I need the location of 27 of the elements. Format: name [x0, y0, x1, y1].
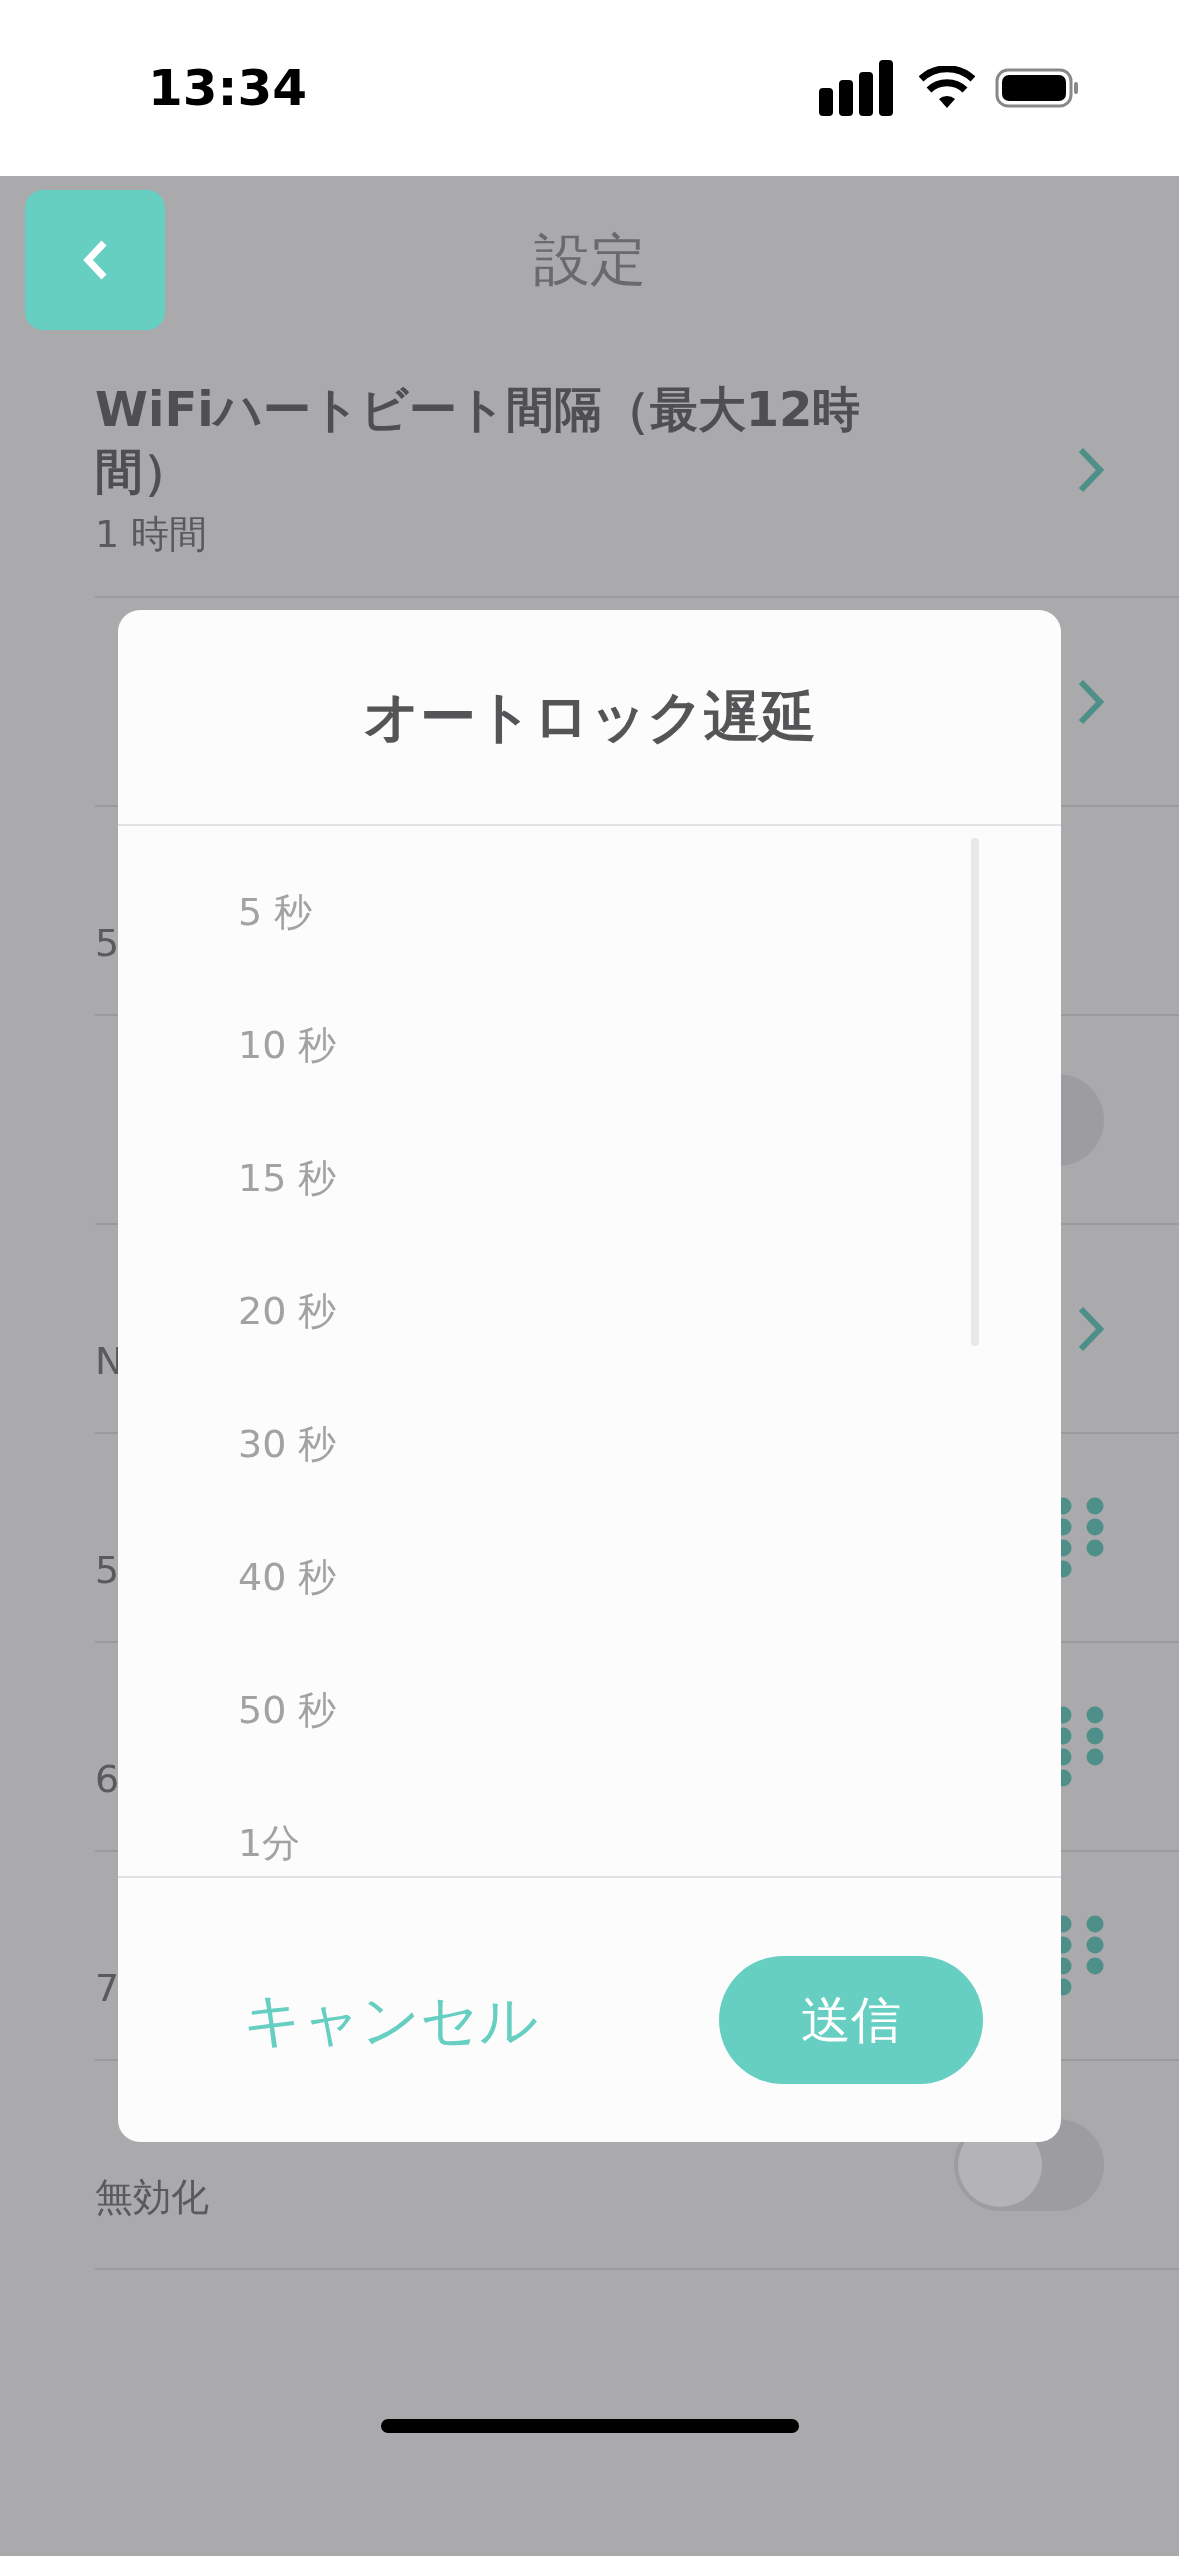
- delay-option[interactable]: 20 秒: [118, 1245, 1061, 1378]
- setting-title: WiFiハートビート間隔（最大12時間）: [95, 379, 862, 501]
- chevron-icon[interactable]: [1078, 1305, 1104, 1352]
- chevron-icon[interactable]: [1078, 447, 1104, 493]
- setting-value: 7: [95, 1965, 120, 2012]
- delay-option[interactable]: 30 秒: [118, 1378, 1061, 1511]
- delay-option[interactable]: 40 秒: [118, 1511, 1061, 1644]
- delay-option[interactable]: 50 秒: [118, 1644, 1061, 1777]
- setting-value: 5: [95, 920, 120, 967]
- dialog-title: オートロック遅延: [363, 683, 816, 751]
- setting-value: 6: [95, 1756, 120, 1803]
- setting-value: 無効化: [95, 2174, 209, 2221]
- setting-value: 1 時間: [95, 510, 208, 558]
- delay-option[interactable]: 15 秒: [118, 1112, 1061, 1245]
- back-icon: [82, 239, 108, 281]
- submit-button[interactable]: 送信: [719, 1956, 983, 2084]
- status-time: 13:34: [148, 57, 308, 119]
- delay-option[interactable]: 5 秒: [118, 846, 1061, 979]
- battery-icon: [995, 68, 1079, 108]
- delay-option[interactable]: 1分: [118, 1777, 1061, 1876]
- setting-value: 5: [95, 1547, 120, 1594]
- cancel-button[interactable]: キャンセル: [243, 1976, 538, 2064]
- back-button[interactable]: [25, 190, 165, 330]
- delay-option[interactable]: 10 秒: [118, 979, 1061, 1112]
- wifi-icon: [919, 66, 975, 110]
- chevron-icon[interactable]: [1078, 678, 1104, 725]
- page-title: 設定: [533, 226, 646, 294]
